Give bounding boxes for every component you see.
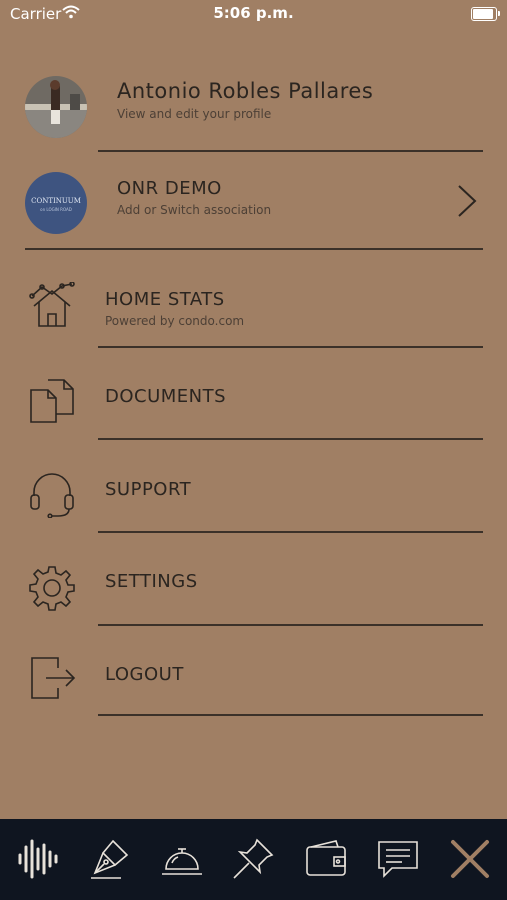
menu-item-label: SETTINGS <box>105 571 198 592</box>
profile-row[interactable]: Antonio Robles Pallares View and edit yo… <box>0 70 507 152</box>
home-stats-icon <box>28 281 76 330</box>
sound-wave-icon[interactable] <box>16 837 60 881</box>
battery-icon <box>471 7 500 21</box>
service-bell-icon[interactable] <box>160 837 204 881</box>
documents-icon <box>28 376 76 424</box>
divider <box>98 624 483 626</box>
menu-item-documents[interactable]: DOCUMENTS <box>0 360 507 438</box>
menu-item-subtitle: Powered by condo.com <box>105 314 245 328</box>
divider <box>25 248 483 250</box>
association-logo: CONTINUUM on LOGIN ROAD <box>25 172 87 234</box>
pen-nib-icon[interactable] <box>87 837 131 881</box>
divider <box>98 714 483 716</box>
headset-icon <box>28 470 76 519</box>
profile-name: Antonio Robles Pallares <box>117 79 374 103</box>
menu-item-support[interactable]: SUPPORT <box>0 452 507 530</box>
avatar <box>25 76 87 138</box>
gear-icon <box>28 564 76 612</box>
association-name: ONR DEMO <box>117 178 222 199</box>
association-row[interactable]: CONTINUUM on LOGIN ROAD ONR DEMO Add or … <box>0 166 507 248</box>
menu-item-home-stats[interactable]: HOME STATS Powered by condo.com <box>0 270 507 348</box>
menu-item-label: HOME STATS <box>105 289 225 310</box>
bottom-tab-bar <box>0 819 507 900</box>
wallet-icon[interactable] <box>304 837 348 881</box>
divider <box>98 346 483 348</box>
divider <box>98 150 483 152</box>
menu-item-logout[interactable]: LOGOUT <box>0 638 507 716</box>
menu-item-settings[interactable]: SETTINGS <box>0 546 507 624</box>
logout-icon <box>28 654 76 702</box>
pushpin-icon[interactable] <box>231 837 275 881</box>
status-bar: Carrier 5:06 p.m. <box>0 0 507 28</box>
menu-item-label: LOGOUT <box>105 664 184 685</box>
profile-subtitle: View and edit your profile <box>117 107 272 121</box>
menu-item-label: DOCUMENTS <box>105 386 227 407</box>
association-logo-text: CONTINUUM <box>31 197 81 205</box>
chevron-right-icon[interactable] <box>456 184 478 222</box>
close-icon[interactable] <box>448 837 492 881</box>
divider <box>98 531 483 533</box>
divider <box>98 438 483 440</box>
menu-item-label: SUPPORT <box>105 479 192 500</box>
association-subtitle: Add or Switch association <box>117 203 272 217</box>
chat-icon[interactable] <box>376 837 420 881</box>
association-logo-subtext: on LOGIN ROAD <box>40 207 72 212</box>
status-time: 5:06 p.m. <box>213 4 294 22</box>
